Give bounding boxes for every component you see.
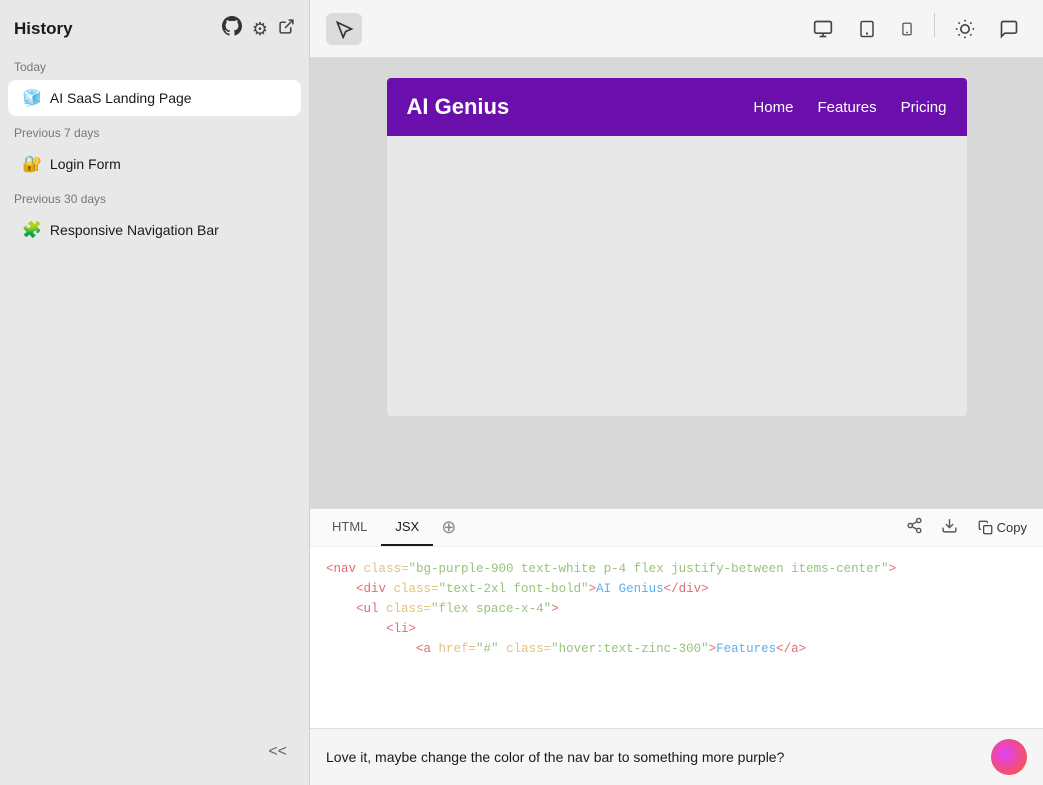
nav-link-pricing: Pricing (901, 99, 947, 116)
nav-bar-icon: 🧩 (22, 220, 42, 240)
preview-area: AI Genius Home Features Pricing (310, 58, 1043, 508)
section-today: Today (0, 52, 309, 78)
preview-navbar: AI Genius Home Features Pricing (387, 78, 967, 136)
add-tab-button[interactable]: ⊕ (433, 511, 464, 544)
login-form-icon: 🔐 (22, 154, 42, 174)
history-item-login-form[interactable]: 🔐 Login Form (8, 146, 301, 182)
share-button[interactable] (900, 511, 929, 545)
sidebar-icon-group: ⚙ (222, 16, 295, 42)
desktop-view-button[interactable] (804, 13, 842, 45)
download-button[interactable] (935, 511, 964, 545)
code-body: <nav class="bg-purple-900 text-white p-4… (310, 547, 1043, 728)
nav-link-features: Features (817, 99, 876, 116)
collapse-button[interactable]: << (260, 739, 295, 765)
toolbar-divider (934, 13, 935, 37)
chat-input[interactable] (326, 749, 981, 765)
preview-content-area (387, 136, 967, 416)
settings-icon[interactable]: ⚙ (252, 19, 268, 40)
github-icon[interactable] (222, 16, 242, 42)
tab-jsx[interactable]: JSX (381, 509, 433, 546)
code-line-6: <a href="#" class="hover:text-zinc-300">… (326, 639, 1027, 659)
mobile-view-button[interactable] (892, 13, 922, 45)
code-line-1: <nav class="bg-purple-900 text-white p-4… (326, 559, 1027, 579)
ai-saas-icon: 🧊 (22, 88, 42, 108)
sidebar: History ⚙ Today 🧊 AI SaaS Landing Page P… (0, 0, 310, 785)
history-item-nav-bar[interactable]: 🧩 Responsive Navigation Bar (8, 212, 301, 248)
toolbar (310, 0, 1043, 58)
toolbar-left (326, 13, 362, 45)
tabs-actions: Copy (900, 511, 1035, 545)
copy-label: Copy (997, 520, 1027, 535)
copy-button[interactable]: Copy (970, 516, 1035, 539)
user-avatar (991, 739, 1027, 775)
preview-nav-links: Home Features Pricing (753, 99, 946, 116)
code-tabs-row: HTML JSX ⊕ Copy (310, 509, 1043, 547)
chat-area (310, 728, 1043, 785)
nav-bar-label: Responsive Navigation Bar (50, 222, 219, 238)
ai-saas-label: AI SaaS Landing Page (50, 90, 192, 106)
sidebar-header: History ⚙ (0, 0, 309, 52)
nav-link-home: Home (753, 99, 793, 116)
external-link-icon[interactable] (278, 18, 295, 40)
code-line-5: <li> (326, 619, 1027, 639)
tablet-view-button[interactable] (850, 13, 884, 45)
tab-html[interactable]: HTML (318, 509, 381, 546)
comment-button[interactable] (991, 13, 1027, 45)
code-line-3: <ul class="flex space-x-4"> (326, 599, 1027, 619)
main-panel: AI Genius Home Features Pricing HTML JSX… (310, 0, 1043, 785)
preview-frame: AI Genius Home Features Pricing (387, 78, 967, 416)
section-prev30: Previous 30 days (0, 184, 309, 210)
sidebar-title: History (14, 19, 73, 39)
cursor-tool-button[interactable] (326, 13, 362, 45)
preview-nav-brand: AI Genius (407, 94, 510, 120)
code-line-2: <div class="text-2xl font-bold">AI Geniu… (326, 579, 1027, 599)
section-prev7: Previous 7 days (0, 118, 309, 144)
login-form-label: Login Form (50, 156, 121, 172)
code-section: HTML JSX ⊕ Copy <nav class="bg-purple-90… (310, 508, 1043, 728)
history-item-ai-saas[interactable]: 🧊 AI SaaS Landing Page (8, 80, 301, 116)
toolbar-right (804, 13, 1027, 45)
theme-toggle-button[interactable] (947, 13, 983, 45)
code-tabs-left: HTML JSX ⊕ (318, 509, 464, 546)
